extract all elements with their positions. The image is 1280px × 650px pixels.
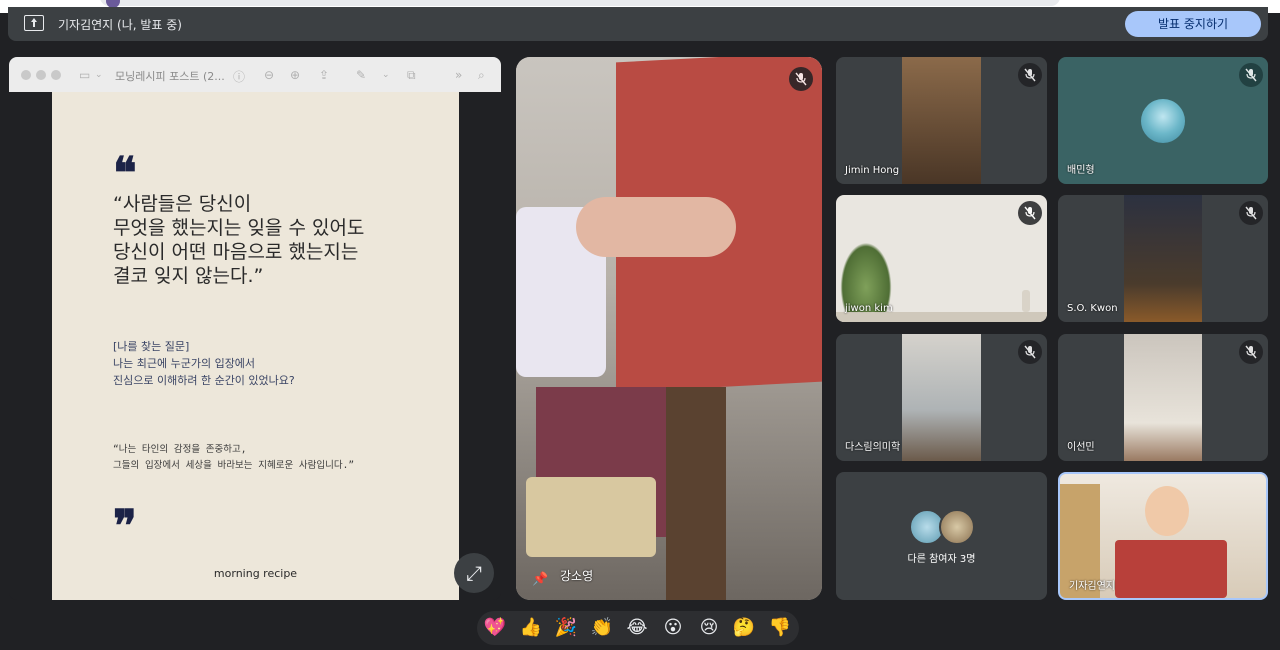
affirmation-line: 그들의 입장에서 세상을 바라보는 지혜로운 사람입니다.” xyxy=(113,460,355,471)
red-book-image xyxy=(1115,540,1227,598)
muted-mic-icon xyxy=(1018,201,1042,225)
chevron-down-icon[interactable]: ⌄ xyxy=(95,70,103,80)
quote-line: 결코 잊지 않는다.” xyxy=(113,265,264,287)
stop-presenting-button[interactable]: 발표 중지하기 xyxy=(1125,11,1261,37)
quote-text: “사람들은 당신이 무엇을 했는지는 잊을 수 있어도 당신이 어떤 마음으로 … xyxy=(113,192,413,288)
brand-label: morning recipe xyxy=(213,567,298,580)
participant-tile-leeseonmin[interactable]: 이선민 xyxy=(1058,334,1268,461)
reaction-bar: 💖 👍 🎉 👏 😂 😮 😢 🤔 👎 xyxy=(477,611,799,645)
participant-name: 이선민 xyxy=(1067,442,1095,453)
affirmation-block: “나는 타인의 감정을 존중하고, 그들의 입장에서 세상을 바라보는 지혜로운… xyxy=(113,442,354,474)
search-icon[interactable]: ⌕ xyxy=(478,68,485,83)
surprised-reaction[interactable]: 😮 xyxy=(659,616,687,640)
participant-name: S.O. Kwon xyxy=(1067,303,1118,314)
laughing-reaction[interactable]: 😂 xyxy=(623,616,651,640)
other-participants-tile[interactable]: 다른 참여자 3명 xyxy=(836,472,1047,600)
more-toolbar-icon[interactable]: » xyxy=(455,68,462,82)
muted-mic-icon xyxy=(789,67,813,91)
present-screen-icon xyxy=(24,15,44,31)
participant-tile-sokwon[interactable]: S.O. Kwon xyxy=(1058,195,1268,322)
poster-page: ❝ “사람들은 당신이 무엇을 했는지는 잊을 수 있어도 당신이 어떤 마음으… xyxy=(52,92,459,600)
pin-icon[interactable]: 📌 xyxy=(532,572,548,587)
other-participants-label: 다른 참여자 3명 xyxy=(907,554,976,565)
crying-reaction[interactable]: 😢 xyxy=(695,616,723,640)
quote-line: “사람들은 당신이 xyxy=(113,193,252,215)
question-line: 나는 최근에 누군가의 입장에서 xyxy=(113,357,256,370)
rotate-icon[interactable]: ⧉ xyxy=(407,68,416,83)
camera-feed xyxy=(1124,195,1202,322)
thinking-reaction[interactable]: 🤔 xyxy=(730,616,758,640)
guitar-neck-image xyxy=(666,387,726,600)
quote-line: 무엇을 했는지는 잊을 수 있어도 xyxy=(113,217,365,239)
participant-name: 강소영 xyxy=(560,569,594,583)
viewer-document-title: 모닝레시피 포스트 (2... xyxy=(115,70,225,83)
close-quote-icon: ❞ xyxy=(113,501,137,552)
participant-tile-jiwon[interactable]: jiwon kim xyxy=(836,195,1047,322)
camera-feed xyxy=(902,334,981,461)
participant-tile-baeminhyeong[interactable]: 배민형 xyxy=(1058,57,1268,184)
quote-line: 당신이 어떤 마음으로 했는지는 xyxy=(113,241,359,263)
question-block: [나를 찾는 질문] 나는 최근에 누군가의 입장에서 진심으로 이해하려 한 … xyxy=(113,338,443,389)
camera-feed xyxy=(1124,334,1202,461)
open-quote-icon: ❝ xyxy=(113,148,137,199)
muted-mic-icon xyxy=(1018,63,1042,87)
info-icon[interactable]: ⓘ xyxy=(233,68,245,85)
presentation-tile: ▭ ⌄ 모닝레시피 포스트 (2... ⓘ ⊖ ⊕ ⇪ ✎ ⌄ ⧉ » ⌕ ❝ … xyxy=(9,57,501,600)
sparkling-heart-reaction[interactable]: 💖 xyxy=(481,616,509,640)
avatar xyxy=(939,509,975,545)
hand-image xyxy=(576,197,736,257)
right-margin xyxy=(459,92,501,600)
clapping-reaction[interactable]: 👏 xyxy=(588,616,616,640)
thumbs-down-reaction[interactable]: 👎 xyxy=(766,616,794,640)
close-window-icon[interactable] xyxy=(21,70,31,80)
presenting-label: 기자김연지 (나, 발표 중) xyxy=(58,18,182,32)
participant-name: 기자김연지 xyxy=(1069,581,1115,592)
participant-tile-jimin[interactable]: Jimin Hong xyxy=(836,57,1047,184)
participant-name: Jimin Hong xyxy=(845,165,900,176)
markup-icon[interactable]: ✎ xyxy=(356,68,366,82)
preview-toolbar: ▭ ⌄ 모닝레시피 포스트 (2... ⓘ ⊖ ⊕ ⇪ ✎ ⌄ ⧉ » ⌕ xyxy=(9,57,501,93)
question-line: 진심으로 이해하려 한 순간이 있었나요? xyxy=(113,374,295,387)
muted-mic-icon xyxy=(1239,201,1263,225)
zoom-out-icon[interactable]: ⊖ xyxy=(264,68,274,82)
avatar xyxy=(1141,99,1185,143)
cushion-image xyxy=(526,477,656,557)
affirmation-line: “나는 타인의 감정을 존중하고, xyxy=(113,444,247,455)
address-bar[interactable] xyxy=(100,0,1060,6)
sidebar-toggle-icon[interactable]: ▭ xyxy=(79,68,90,82)
markup-chevron-icon[interactable]: ⌄ xyxy=(382,70,390,80)
muted-mic-icon xyxy=(1239,340,1263,364)
zoom-window-icon[interactable] xyxy=(51,70,61,80)
participant-name: 다스림의미학 xyxy=(845,442,901,453)
participant-tile-daseurim[interactable]: 다스림의미학 xyxy=(836,334,1047,461)
left-margin xyxy=(9,92,52,600)
party-popper-reaction[interactable]: 🎉 xyxy=(552,616,580,640)
expand-icon[interactable]: ⤢ xyxy=(454,553,494,593)
zoom-in-icon[interactable]: ⊕ xyxy=(290,68,300,82)
presenting-banner: 기자김연지 (나, 발표 중) 발표 중지하기 xyxy=(8,7,1268,41)
participant-name: jiwon kim xyxy=(845,303,893,314)
thumbs-up-reaction[interactable]: 👍 xyxy=(517,616,545,640)
participant-name: 배민형 xyxy=(1067,165,1095,176)
muted-mic-icon xyxy=(1239,63,1263,87)
question-heading: [나를 찾는 질문] xyxy=(113,340,190,353)
pinned-participant-tile[interactable]: 📌 강소영 xyxy=(516,57,822,600)
muted-mic-icon xyxy=(1018,340,1042,364)
self-view-tile[interactable]: 기자김연지 xyxy=(1058,472,1268,600)
share-icon[interactable]: ⇪ xyxy=(319,68,329,82)
face-image xyxy=(1145,486,1189,536)
camera-feed xyxy=(902,57,981,184)
vase-image xyxy=(1022,290,1030,312)
minimize-window-icon[interactable] xyxy=(36,70,46,80)
